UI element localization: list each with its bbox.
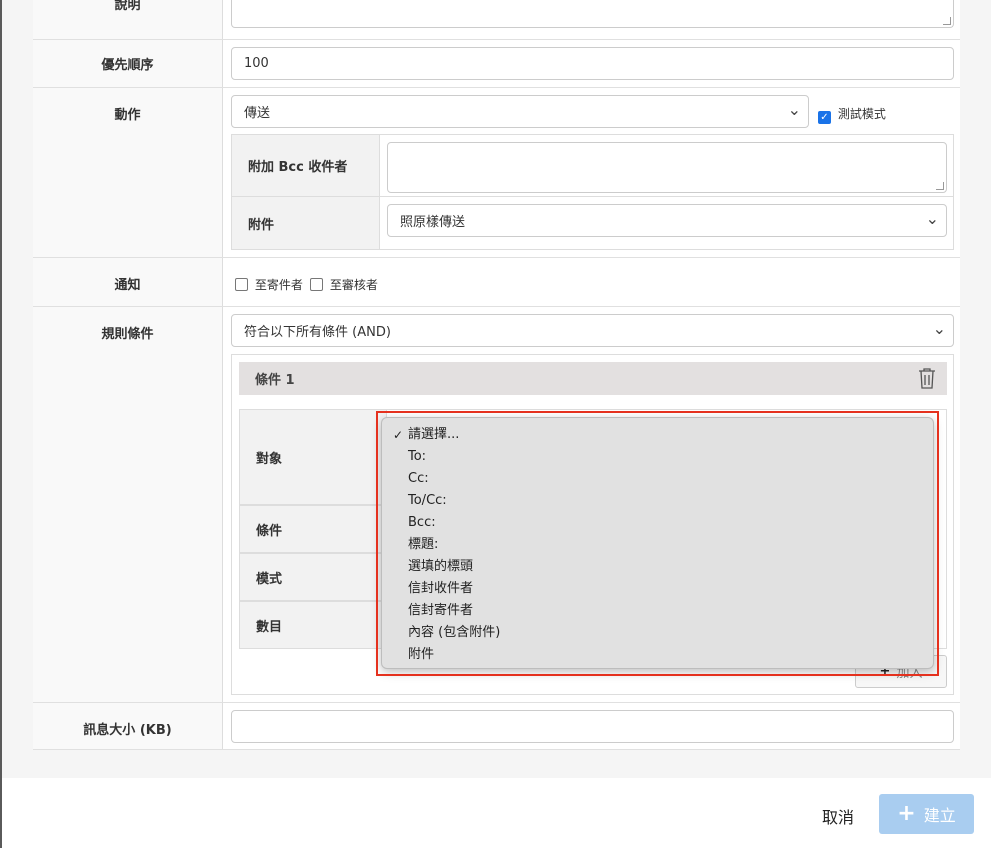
dialog-footer: 取消 + 建立	[2, 778, 991, 848]
notify-sender-checkbox[interactable]	[235, 278, 248, 291]
message-size-input[interactable]	[231, 710, 954, 743]
test-mode-checkbox[interactable]: ✓	[818, 111, 831, 124]
rule-condition-select[interactable]: 符合以下所有條件 (AND)	[231, 314, 954, 347]
pattern-label: 模式	[239, 553, 387, 601]
notify-row: 通知 至寄件者 至審核者	[33, 258, 960, 307]
notify-reviewer-checkbox[interactable]	[310, 278, 323, 291]
action-value: 傳送	[244, 106, 271, 121]
plus-icon: +	[897, 801, 916, 826]
attachment-value: 照原樣傳送	[400, 215, 466, 230]
resize-grip-icon	[943, 17, 951, 25]
action-row: 動作 傳送 ✓ 測試模式 附加 Bcc 收件者 附件 照原樣傳送	[33, 88, 960, 258]
notify-sender-option[interactable]: 至寄件者	[235, 276, 303, 293]
attachment-select[interactable]: 照原樣傳送	[387, 204, 947, 237]
description-label: 說明	[114, 0, 141, 13]
description-row: 說明	[33, 0, 960, 40]
condition-title: 條件 1	[255, 373, 295, 388]
notify-sender-label: 至寄件者	[254, 278, 303, 292]
create-label: 建立	[923, 806, 956, 825]
message-size-label: 訊息大小 (KB)	[83, 723, 172, 738]
condition-header: 條件 1	[239, 362, 947, 395]
condition-label: 條件	[239, 505, 387, 553]
action-select[interactable]: 傳送	[231, 95, 809, 128]
count-label: 數目	[239, 601, 387, 649]
priority-row: 優先順序 100	[33, 40, 960, 88]
description-textarea[interactable]	[231, 0, 954, 28]
notify-reviewer-option[interactable]: 至審核者	[310, 276, 378, 293]
trash-icon[interactable]	[917, 366, 937, 394]
test-mode-option[interactable]: ✓ 測試模式	[818, 105, 886, 124]
cancel-button[interactable]: 取消	[822, 804, 854, 828]
action-options-panel: 附加 Bcc 收件者 附件 照原樣傳送	[231, 134, 954, 250]
priority-input[interactable]: 100	[231, 47, 954, 80]
priority-value: 100	[244, 56, 269, 71]
action-label: 動作	[114, 108, 141, 123]
bcc-label: 附加 Bcc 收件者	[232, 135, 380, 196]
attachment-label: 附件	[232, 197, 380, 249]
priority-label: 優先順序	[101, 58, 154, 73]
notify-reviewer-label: 至審核者	[329, 278, 378, 292]
highlight-box	[376, 411, 939, 676]
resize-grip-icon	[936, 182, 944, 190]
notify-label: 通知	[114, 278, 141, 293]
test-mode-label: 測試模式	[837, 107, 886, 121]
rule-condition-value: 符合以下所有條件 (AND)	[244, 325, 391, 340]
bcc-textarea[interactable]	[387, 142, 947, 193]
rule-condition-label: 規則條件	[101, 327, 154, 342]
target-label: 對象	[239, 409, 387, 505]
rule-dialog: 說明 優先順序 100 動作 傳送 ✓ 測試模式 附加 Bcc 收件者	[2, 0, 991, 848]
message-size-row: 訊息大小 (KB)	[33, 703, 960, 750]
create-button[interactable]: + 建立	[879, 794, 974, 834]
